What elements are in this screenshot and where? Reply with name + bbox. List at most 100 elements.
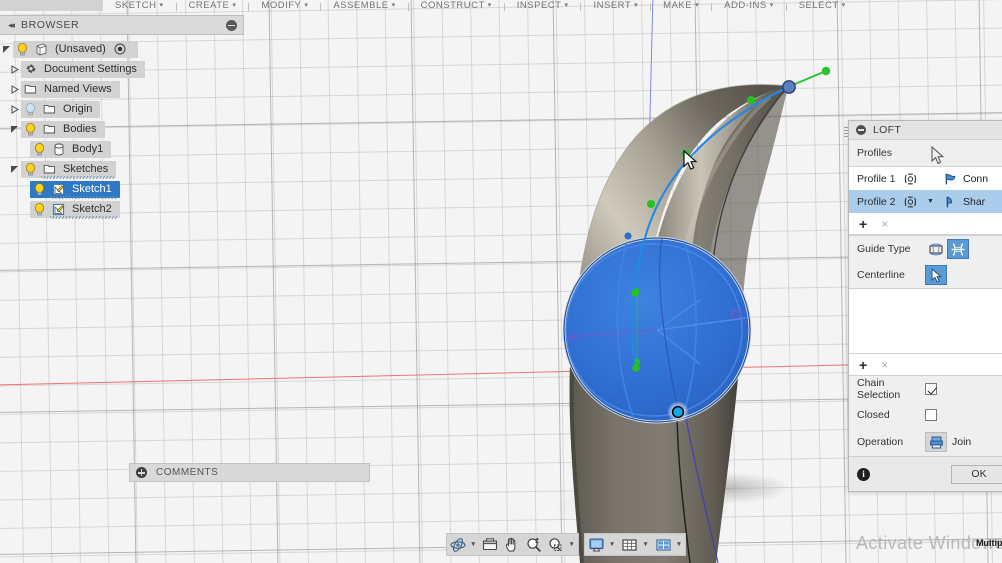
tree-item-origin[interactable]: Origin	[0, 99, 244, 119]
pan-icon[interactable]	[501, 534, 523, 555]
tree-item-sketch1[interactable]: Sketch1	[0, 179, 244, 199]
centerline-icon[interactable]	[947, 239, 969, 259]
minus-circle-icon[interactable]	[856, 125, 866, 135]
profile-select-icon[interactable]	[903, 172, 927, 186]
loft-dialog-header[interactable]: LOFT	[849, 121, 1002, 140]
twisty-collapsed-icon[interactable]	[8, 84, 21, 94]
centerline-selection-box[interactable]	[849, 288, 1002, 354]
info-icon[interactable]: i	[857, 467, 870, 481]
document-icon	[32, 43, 51, 56]
profile-row-1[interactable]: Profile 1 Conn	[849, 167, 1002, 190]
menu-item-modify[interactable]: MODIFY ▾	[249, 0, 320, 11]
zoom-icon[interactable]	[523, 534, 545, 555]
profile-select-icon[interactable]	[903, 195, 927, 209]
tree-item-unsaved[interactable]: (Unsaved)	[0, 39, 244, 59]
bulb-icon[interactable]	[21, 162, 40, 176]
chain-selection-checkbox[interactable]	[925, 383, 937, 395]
ok-button[interactable]: OK	[951, 464, 1002, 484]
closed-row[interactable]: Closed	[849, 402, 1002, 428]
grid-snaps-icon[interactable]	[618, 534, 641, 555]
chevron-down-icon[interactable]: ▼	[567, 541, 577, 548]
browser-tree[interactable]: (Unsaved) Document Settings Named Views …	[0, 35, 244, 219]
menu-item-insert[interactable]: INSERT ▾	[581, 0, 650, 11]
tree-item-label: Sketch1	[72, 183, 112, 195]
plus-circle-icon[interactable]	[136, 467, 147, 478]
chevron-down-icon: ▾	[232, 2, 237, 9]
chevron-down-icon[interactable]: ▼	[608, 541, 618, 548]
operation-row[interactable]: Operation Join	[849, 428, 1002, 456]
twisty-collapsed-icon[interactable]	[8, 64, 21, 74]
bulb-icon[interactable]	[21, 102, 40, 116]
dialog-drag-handle[interactable]	[844, 127, 848, 137]
bulb-icon[interactable]	[13, 42, 32, 56]
centerline-row[interactable]: Centerline	[849, 262, 1002, 288]
join-icon[interactable]	[925, 432, 947, 452]
browser-panel[interactable]: ◂◂ BROWSER (Unsaved) Document Settings N…	[0, 15, 244, 219]
browser-header[interactable]: ◂◂ BROWSER	[0, 15, 244, 35]
navbar-group-display[interactable]: ▼ ▼ ▼	[583, 533, 687, 556]
bulb-icon[interactable]	[30, 182, 49, 196]
profiles-add-remove-row[interactable]: + ×	[849, 213, 1002, 235]
twisty-collapsed-icon[interactable]	[8, 104, 21, 114]
bulb-icon[interactable]	[30, 142, 49, 156]
sharp-flag-icon[interactable]	[943, 195, 963, 209]
menu-item-create[interactable]: CREATE ▾	[177, 0, 249, 11]
menu-item-construct-label: CONSTRUCT	[420, 0, 485, 11]
tree-item-bodies[interactable]: Bodies	[0, 119, 244, 139]
chevron-down-icon[interactable]: ▼	[927, 198, 943, 205]
tree-item-body1[interactable]: Body1	[0, 139, 244, 159]
comments-bar[interactable]: COMMENTS	[129, 463, 370, 482]
look-at-icon[interactable]	[479, 534, 501, 555]
view-navigation-bar[interactable]: ▼ ▼ ▼ ▼ ▼	[446, 533, 687, 556]
menu-item-addins[interactable]: ADD-INS ▾	[712, 0, 786, 11]
loft-dialog-title: LOFT	[873, 124, 902, 136]
chevron-down-icon[interactable]: ▼	[469, 541, 479, 548]
centerline-add-remove-row[interactable]: + ×	[849, 354, 1002, 376]
chevron-down-icon[interactable]: ▼	[675, 541, 685, 548]
profile-row-2[interactable]: Profile 2 ▼ Shar	[849, 190, 1002, 213]
target-icon[interactable]	[111, 43, 130, 55]
minus-circle-icon[interactable]	[226, 19, 237, 31]
chevron-down-icon: ▾	[695, 2, 700, 9]
menu-item-construct[interactable]: CONSTRUCT ▾	[409, 0, 504, 11]
tree-item-named-views[interactable]: Named Views	[0, 79, 244, 99]
arrow-cursor-icon[interactable]	[925, 265, 947, 285]
profiles-list[interactable]: Profile 1 Conn Profile 2 ▼ Shar + ×	[849, 166, 1002, 236]
menu-item-assemble[interactable]: ASSEMBLE ▾	[321, 0, 407, 11]
display-settings-icon[interactable]	[585, 534, 608, 555]
double-left-arrow-icon[interactable]: ◂◂	[8, 20, 15, 31]
menu-item-inspect[interactable]: INSPECT ▾	[505, 0, 581, 11]
twisty-expanded-icon[interactable]	[8, 125, 21, 134]
closed-checkbox[interactable]	[925, 409, 937, 421]
tree-item-sketches[interactable]: Sketches	[0, 159, 244, 179]
chain-selection-row[interactable]: Chain Selection	[849, 376, 1002, 402]
chevron-down-icon: ▾	[634, 2, 639, 9]
loft-dialog-footer[interactable]: i OK	[849, 456, 1002, 491]
twisty-expanded-icon[interactable]	[0, 45, 13, 54]
orbit-icon[interactable]	[447, 534, 469, 555]
menu-item-make[interactable]: MAKE ▾	[651, 0, 711, 11]
tree-item-document-settings[interactable]: Document Settings	[0, 59, 244, 79]
folder-icon	[40, 103, 59, 115]
viewports-icon[interactable]	[652, 534, 675, 555]
top-menu-bar[interactable]: SKETCH ▾ CREATE ▾ MODIFY ▾ ASSEMBLE ▾ CONSTR…	[0, 0, 1002, 11]
loft-dialog[interactable]: LOFT Profiles Profile 1 Conn Profile 2 ▼…	[844, 120, 1002, 492]
chevron-down-icon[interactable]: ▼	[641, 541, 651, 548]
connected-flag-icon[interactable]	[943, 172, 963, 186]
remove-profile-button[interactable]: ×	[881, 218, 888, 230]
rails-icon[interactable]	[925, 239, 947, 259]
bulb-icon[interactable]	[21, 122, 40, 136]
chevron-down-icon: ▾	[769, 2, 774, 9]
add-centerline-button[interactable]: +	[859, 358, 867, 372]
menu-item-select[interactable]: SELECT ▾	[787, 0, 858, 11]
add-profile-button[interactable]: +	[859, 217, 867, 231]
twisty-expanded-icon[interactable]	[8, 165, 21, 174]
menu-item-sketch[interactable]: SKETCH ▾	[103, 0, 176, 11]
zoom-window-icon[interactable]	[545, 534, 567, 555]
bulb-icon[interactable]	[30, 202, 49, 216]
guide-type-row[interactable]: Guide Type	[849, 236, 1002, 262]
remove-centerline-button[interactable]: ×	[881, 359, 888, 371]
navbar-group-navigation[interactable]: ▼ ▼	[446, 533, 579, 556]
tree-item-sketch2[interactable]: Sketch2	[0, 199, 244, 219]
menu-item-sketch-label: SKETCH	[115, 0, 157, 11]
